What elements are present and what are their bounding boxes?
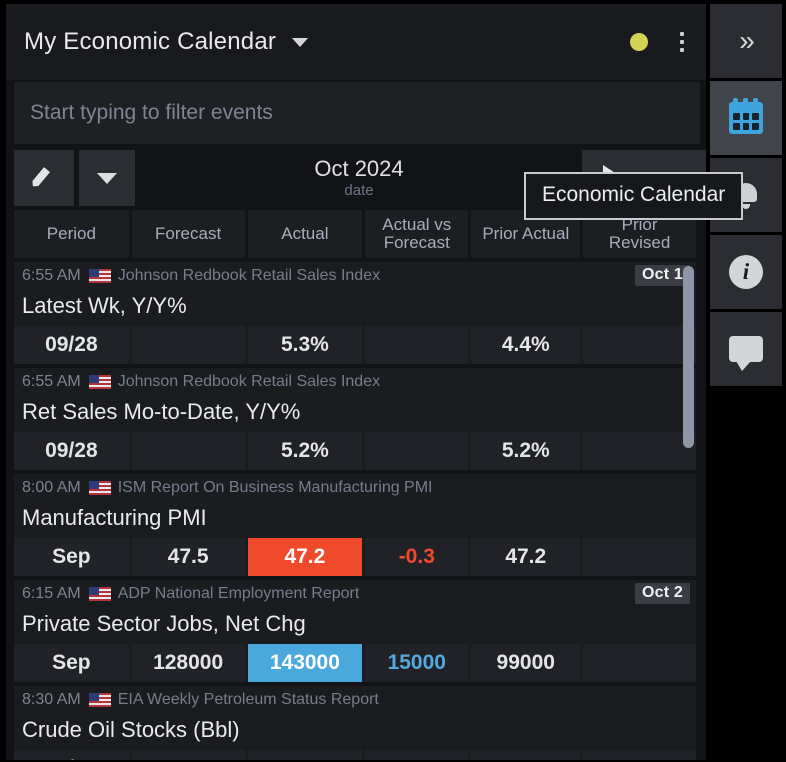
event-date-badge: Oct 2 xyxy=(635,583,690,604)
panel-titlebar: My Economic Calendar xyxy=(6,4,706,80)
event-cell-actual: 416.931M xyxy=(248,750,363,760)
event-time: 6:55 AM xyxy=(22,267,81,285)
us-flag-icon xyxy=(89,693,111,707)
event-header: 8:00 AM ISM Report On Business Manufactur… xyxy=(14,474,696,502)
edit-button[interactable] xyxy=(14,150,74,206)
event-filter-bar[interactable]: Start typing to filter events xyxy=(14,82,700,144)
event-cell-forecast: 47.5 xyxy=(132,538,245,576)
event-list: 6:55 AM Johnson Redbook Retail Sales Inde… xyxy=(14,262,696,760)
event-row[interactable]: 6:15 AM ADP National Employment Report Oct… xyxy=(14,580,696,682)
event-source: ISM Report On Business Manufacturing PMI xyxy=(118,479,433,497)
us-flag-icon xyxy=(89,269,111,283)
event-cell-actual-vs-forecast xyxy=(365,750,468,760)
event-name: Manufacturing PMI xyxy=(14,502,696,538)
event-cell-prior-actual: 47.2 xyxy=(471,538,580,576)
event-cell-actual-vs-forecast: 15000 xyxy=(365,644,468,682)
info-icon: i xyxy=(729,255,763,289)
calendar-panel: My Economic Calendar Start typing to fil… xyxy=(6,4,706,760)
event-value-row: Sep1280001430001500099000 xyxy=(14,644,696,682)
event-cell-forecast xyxy=(132,750,245,760)
event-cell-forecast: 128000 xyxy=(132,644,245,682)
event-header: 6:15 AM ADP National Employment Report Oct… xyxy=(14,580,696,608)
event-cell-forecast xyxy=(132,326,245,364)
event-cell-prior-revised xyxy=(583,432,696,470)
chevron-down-icon xyxy=(97,173,117,184)
event-row[interactable]: 6:55 AM Johnson Redbook Retail Sales Inde… xyxy=(14,368,696,470)
us-flag-icon xyxy=(89,587,111,601)
date-field-label: date xyxy=(344,182,373,199)
column-header-forecast[interactable]: Forecast xyxy=(132,210,245,258)
event-value-row: Sep47.547.2-0.347.2 xyxy=(14,538,696,576)
date-value: Oct 2024 xyxy=(314,157,403,180)
event-cell-prior-actual: 5.2% xyxy=(471,432,580,470)
event-date-badge: Oct 1 xyxy=(635,265,690,286)
rail-button-calendar[interactable] xyxy=(710,81,782,155)
event-header: 8:30 AM EIA Weekly Petroleum Status Repor… xyxy=(14,686,696,714)
event-time: 6:55 AM xyxy=(22,373,81,391)
date-range-display[interactable]: Oct 2024 date xyxy=(140,150,578,206)
chevrons-right-icon: » xyxy=(739,27,753,55)
event-cell-period: Sep xyxy=(14,644,129,682)
event-cell-period: 09/27 xyxy=(14,750,129,760)
event-row[interactable]: 8:30 AM EIA Weekly Petroleum Status Repor… xyxy=(14,686,696,760)
event-value-row: 09/28 5.2% 5.2% xyxy=(14,432,696,470)
event-name: Crude Oil Stocks (Bbl) xyxy=(14,714,696,750)
event-name: Private Sector Jobs, Net Chg xyxy=(14,608,696,644)
event-cell-period: 09/28 xyxy=(14,432,129,470)
event-time: 6:15 AM xyxy=(22,585,81,603)
title-chevron-down-icon[interactable] xyxy=(292,38,308,47)
event-time: 8:00 AM xyxy=(22,479,81,497)
event-cell-prior-actual: 99000 xyxy=(471,644,580,682)
event-name: Latest Wk, Y/Y% xyxy=(14,290,696,326)
event-header: 6:55 AM Johnson Redbook Retail Sales Inde… xyxy=(14,368,696,396)
rail-button-chevrons-right[interactable]: » xyxy=(710,4,782,78)
event-name: Ret Sales Mo-to-Date, Y/Y% xyxy=(14,396,696,432)
column-header-actual[interactable]: Actual xyxy=(248,210,363,258)
calendar-tooltip: Economic Calendar xyxy=(524,172,743,220)
panel-title: My Economic Calendar xyxy=(24,28,276,56)
event-row[interactable]: 6:55 AM Johnson Redbook Retail Sales Inde… xyxy=(14,262,696,364)
event-time: 8:30 AM xyxy=(22,691,81,709)
event-cell-forecast xyxy=(132,432,245,470)
us-flag-icon xyxy=(89,481,111,495)
event-cell-prior-revised xyxy=(583,644,696,682)
event-cell-period: 09/28 xyxy=(14,326,129,364)
event-cell-actual: 47.2 xyxy=(248,538,363,576)
event-cell-prior-revised xyxy=(583,538,696,576)
event-source: Johnson Redbook Retail Sales Index xyxy=(118,267,380,285)
us-flag-icon xyxy=(89,375,111,389)
event-cell-period: Sep xyxy=(14,538,129,576)
event-header: 6:55 AM Johnson Redbook Retail Sales Inde… xyxy=(14,262,696,290)
rail-button-info[interactable]: i xyxy=(710,235,782,309)
pencil-icon xyxy=(31,165,57,191)
event-list-scrollbar[interactable] xyxy=(683,266,694,448)
event-cell-actual: 143000 xyxy=(248,644,363,682)
event-cell-prior-revised xyxy=(583,750,696,760)
event-row[interactable]: 8:00 AM ISM Report On Business Manufactur… xyxy=(14,474,696,576)
event-value-row: 09/27 416.931M 413.042M xyxy=(14,750,696,760)
event-source: Johnson Redbook Retail Sales Index xyxy=(118,373,380,391)
calendar-icon xyxy=(729,102,763,134)
status-dot-indicator[interactable] xyxy=(630,33,648,51)
rail-button-chat-bubble[interactable] xyxy=(710,312,782,386)
event-cell-prior-actual: 413.042M xyxy=(471,750,580,760)
event-cell-prior-revised xyxy=(583,326,696,364)
event-cell-prior-actual: 4.4% xyxy=(471,326,580,364)
column-header-actual-vs-forecast[interactable]: Actual vsForecast xyxy=(365,210,468,258)
event-source: EIA Weekly Petroleum Status Report xyxy=(118,691,379,709)
event-cell-actual-vs-forecast xyxy=(365,432,468,470)
kebab-menu-icon[interactable] xyxy=(672,30,692,54)
event-cell-actual: 5.2% xyxy=(248,432,363,470)
chat-bubble-icon xyxy=(729,336,763,362)
economic-calendar-screen: My Economic Calendar Start typing to fil… xyxy=(0,0,786,762)
event-cell-actual-vs-forecast xyxy=(365,326,468,364)
event-cell-actual: 5.3% xyxy=(248,326,363,364)
column-header-period[interactable]: Period xyxy=(14,210,129,258)
event-source: ADP National Employment Report xyxy=(118,585,360,603)
event-cell-actual-vs-forecast: -0.3 xyxy=(365,538,468,576)
filter-input-placeholder[interactable]: Start typing to filter events xyxy=(30,101,273,125)
event-value-row: 09/28 5.3% 4.4% xyxy=(14,326,696,364)
view-dropdown-button[interactable] xyxy=(79,150,135,206)
